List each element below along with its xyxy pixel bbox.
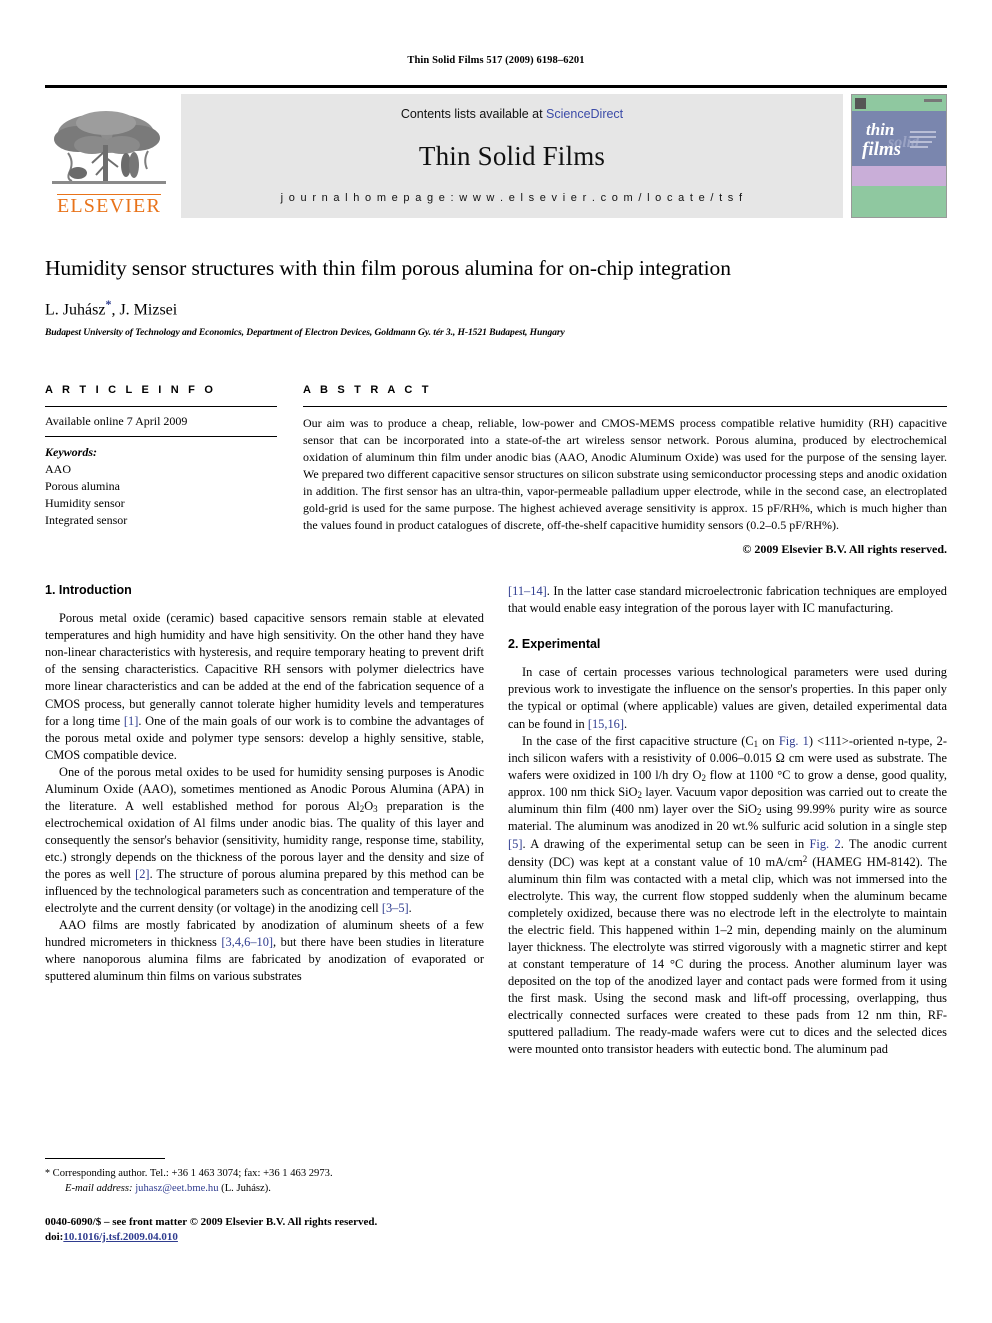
doi-line: doi:10.1016/j.tsf.2009.04.010 <box>45 1230 484 1245</box>
keywords-block: Keywords: AAO Porous alumina Humidity se… <box>45 437 277 529</box>
copyright-line: © 2009 Elsevier B.V. All rights reserved… <box>742 542 947 557</box>
email-label: E-mail address: <box>65 1182 133 1194</box>
elsevier-logo: ELSEVIER <box>45 94 173 218</box>
author-list: L. Juhász*, J. Mizsei <box>45 297 947 319</box>
page-title: Humidity sensor structures with thin fil… <box>45 256 731 280</box>
sciencedirect-link[interactable]: ScienceDirect <box>546 107 623 121</box>
journal-title: Thin Solid Films <box>418 141 606 171</box>
journal-masthead: ELSEVIER Contents lists available at Sci… <box>45 85 947 218</box>
text-run: . <box>623 716 628 731</box>
paragraph-intro-3: AAO films are mostly fabricated by anodi… <box>45 917 484 985</box>
text-run: on <box>758 733 779 748</box>
email-note: E-mail address: juhasz@eet.bme.hu (L. Ju… <box>45 1182 484 1197</box>
citation-ref[interactable]: [2] <box>135 867 149 881</box>
doi-link[interactable]: 10.1016/j.tsf.2009.04.010 <box>63 1231 178 1243</box>
citation-ref[interactable]: [3,4,6–10] <box>221 935 273 949</box>
body-column-left: 1. Introduction Porous metal oxide (cera… <box>45 583 484 1058</box>
text-run: . A drawing of the experimental setup ca… <box>522 836 810 851</box>
contents-prefix: Contents lists available at <box>400 107 547 121</box>
footnote-area: * Corresponding author. Tel.: +36 1 463 … <box>45 1158 484 1245</box>
running-head: Thin Solid Films 517 (2009) 6198–6201 <box>407 55 585 66</box>
abstract-heading: A B S T R A C T <box>303 384 432 397</box>
section-heading-introduction: 1. Introduction <box>45 583 132 598</box>
abstract-text: Our aim was to produce a cheap, reliable… <box>303 416 947 533</box>
text-run: O <box>364 798 374 813</box>
citation-ref[interactable]: [3–5] <box>382 901 409 915</box>
journal-band: Contents lists available at ScienceDirec… <box>181 94 843 218</box>
paragraph-intro-2: One of the porous metal oxides to be use… <box>45 764 484 918</box>
text-run: (HAMEG HM-8142). The aluminum thin film … <box>508 854 947 1057</box>
keyword-item: AAO <box>45 462 71 477</box>
article-page: Thin Solid Films 517 (2009) 6198–6201 EL… <box>0 0 992 1323</box>
journal-cover-thumbnail: thin solid films <box>851 94 947 218</box>
corresponding-author-note: * Corresponding author. Tel.: +36 1 463 … <box>45 1167 484 1182</box>
journal-homepage-line[interactable]: j o u r n a l h o m e p a g e : w w w . … <box>281 192 744 204</box>
elsevier-tree-icon <box>48 107 170 193</box>
keyword-item: Humidity sensor <box>45 496 125 511</box>
paragraph-intro-3-cont: [11–14]. In the latter case standard mic… <box>508 583 947 617</box>
text-run: In the case of the first capacitive stru… <box>522 733 754 748</box>
citation-ref[interactable]: [11–14] <box>508 584 547 598</box>
citation-ref[interactable]: [15,16] <box>588 717 624 731</box>
body-column-right: [11–14]. In the latter case standard mic… <box>508 583 947 1058</box>
paragraph-intro-1: Porous metal oxide (ceramic) based capac… <box>45 610 484 763</box>
elsevier-wordmark: ELSEVIER <box>56 194 162 217</box>
keywords-label: Keywords: <box>45 445 97 460</box>
text-run: (L. Juhász). <box>218 1182 271 1194</box>
text-run: In case of certain processes various tec… <box>508 665 947 731</box>
text-run: Corresponding author. Tel.: +36 1 463 30… <box>50 1168 333 1179</box>
footnote-rule <box>45 1158 165 1159</box>
keyword-item: Porous alumina <box>45 479 120 494</box>
doi-label: doi: <box>45 1231 64 1244</box>
available-online: Available online 7 April 2009 <box>45 414 188 429</box>
info-abstract-region: A R T I C L E I N F O Available online 7… <box>45 384 947 557</box>
text-run: . In the latter case standard microelect… <box>508 584 947 616</box>
section-heading-experimental: 2. Experimental <box>508 637 601 652</box>
title-block: Humidity sensor structures with thin fil… <box>45 256 947 338</box>
contents-available-line: Contents lists available at ScienceDirec… <box>401 107 623 121</box>
issn-copyright-block: 0040-6090/$ – see front matter © 2009 El… <box>45 1215 484 1246</box>
article-info-column: A R T I C L E I N F O Available online 7… <box>45 384 277 557</box>
figure-ref[interactable]: Fig. 1 <box>779 734 809 748</box>
paragraph-exp-1: In case of certain processes various tec… <box>508 664 947 732</box>
author-primary: L. Juhász <box>45 301 106 319</box>
keyword-item: Integrated sensor <box>45 513 128 528</box>
affiliation: Budapest University of Technology and Ec… <box>45 327 565 339</box>
paragraph-exp-2: In the case of the first capacitive stru… <box>508 733 947 1059</box>
figure-ref[interactable]: Fig. 2 <box>810 837 841 851</box>
body-columns: 1. Introduction Porous metal oxide (cera… <box>45 583 947 1058</box>
article-info-heading: A R T I C L E I N F O <box>45 384 217 397</box>
issn-line: 0040-6090/$ – see front matter © 2009 El… <box>45 1215 378 1228</box>
citation-ref[interactable]: [5] <box>508 837 522 851</box>
text-run: . <box>408 901 412 916</box>
abstract-column: A B S T R A C T Our aim was to produce a… <box>303 384 947 557</box>
text-run: Porous metal oxide (ceramic) based capac… <box>45 611 484 728</box>
citation-ref[interactable]: [1] <box>124 714 138 728</box>
author-secondary: , J. Mizsei <box>111 301 178 319</box>
svg-text:films: films <box>862 139 901 160</box>
email-link[interactable]: juhasz@eet.bme.hu <box>135 1183 218 1194</box>
